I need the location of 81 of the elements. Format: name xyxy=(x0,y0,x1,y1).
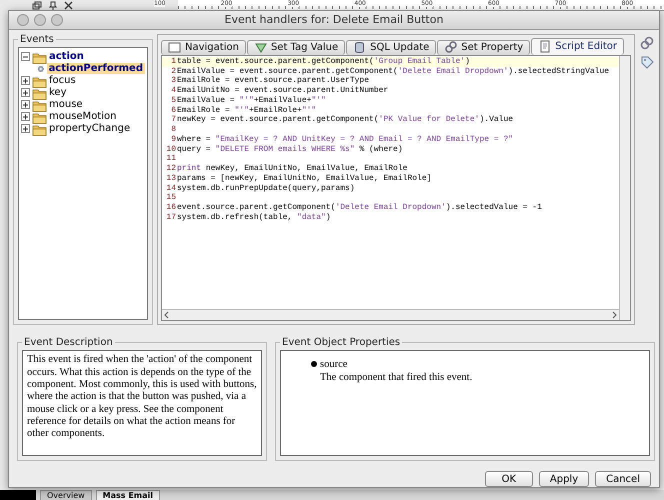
tree-item[interactable]: focus xyxy=(49,75,76,86)
pin-icon xyxy=(48,1,58,10)
taskbar-block xyxy=(0,490,36,500)
line-number: 7 xyxy=(170,115,177,126)
line-number: 2 xyxy=(170,66,177,76)
document-icon xyxy=(538,40,552,54)
properties-title: Event Object Properties xyxy=(281,337,402,348)
expand-toggle[interactable] xyxy=(21,124,30,134)
code-line: newKey = event.source.parent.getComponent('PK Value for Delete').Value xyxy=(177,115,514,126)
bullet-icon xyxy=(311,361,317,368)
tree-item[interactable]: mouseMotion xyxy=(49,111,116,122)
taskbar-tab[interactable]: Overview xyxy=(40,490,92,500)
close-icon xyxy=(64,1,74,10)
code-line: EmailRole = event.source.parent.UserType xyxy=(177,76,370,86)
code-line: EmailValue = "'"+EmailValue+"'" xyxy=(177,96,326,106)
code-editor[interactable] xyxy=(162,56,619,320)
collapse-toggle[interactable] xyxy=(21,52,30,62)
line-number: 6 xyxy=(170,106,177,116)
taskbar-tab[interactable]: Mass Email xyxy=(96,490,160,500)
plus-icon xyxy=(22,126,29,132)
tree-item[interactable]: key xyxy=(49,87,67,98)
code-line: EmailRole = "'"+EmailRole+"'" xyxy=(177,106,316,115)
line-number: 16 xyxy=(165,203,177,213)
window-title: Event handlers for: Delete Email Button xyxy=(224,13,444,26)
scroll-right-icon xyxy=(610,310,619,320)
event-description: This event is fired when the 'action' of the component occurs. What this action is depends on the type of the component. Most commonly, this is used with buttons, where the action is that the button was pushed, via a mouse click or a key press. See the component reference for details on what the action means for other components. xyxy=(22,350,262,456)
line-number: 1 xyxy=(170,56,177,67)
line-number: 14 xyxy=(165,184,177,194)
line-number: 11 xyxy=(165,154,177,164)
minus-icon xyxy=(22,54,29,60)
editor-tab[interactable]: Set Property xyxy=(437,40,530,55)
plus-icon xyxy=(22,78,29,84)
plus-icon xyxy=(22,90,29,96)
line-number: 13 xyxy=(165,174,177,184)
chain-icon xyxy=(640,36,654,50)
restore-icon xyxy=(32,1,42,10)
tree-item[interactable]: mouse xyxy=(49,99,83,110)
editor-tab[interactable]: Set Tag Value xyxy=(246,40,346,55)
line-number: 8 xyxy=(170,125,177,135)
blank-page-icon xyxy=(168,41,181,54)
chain-icon xyxy=(444,41,458,54)
plus-icon xyxy=(22,114,29,120)
plus-icon xyxy=(22,102,29,108)
editor-tab[interactable]: Navigation xyxy=(161,40,246,55)
expand-toggle[interactable] xyxy=(21,100,30,110)
horizontal-scrollbar[interactable] xyxy=(162,309,619,320)
tree-item[interactable]: actionPerformed xyxy=(46,63,145,74)
editor-tab[interactable]: Script Editor xyxy=(531,38,624,55)
line-number: 9 xyxy=(170,134,177,145)
database-icon xyxy=(353,41,366,54)
expand-toggle[interactable] xyxy=(21,88,30,98)
code-line: system.db.runPrepUpdate(query,params) xyxy=(177,184,355,194)
code-line: EmailUnitNo = event.source.parent.UnitNumber xyxy=(177,86,388,96)
expand-toggle[interactable] xyxy=(21,76,30,86)
tree-item[interactable]: propertyChange xyxy=(49,123,130,134)
line-number: 4 xyxy=(170,86,177,96)
code-line: event.source.parent.getComponent('Delete Email Dropdown').selectedValue = -1 xyxy=(177,203,542,213)
editor-tab[interactable]: SQL Update xyxy=(346,40,436,55)
line-number: 10 xyxy=(165,144,177,154)
code-line: EmailValue = event.source.parent.getComponent('Delete Email Dropdown').selectedStringValue xyxy=(177,66,610,76)
expand-toggle[interactable] xyxy=(21,112,30,122)
line-number: 17 xyxy=(165,212,177,223)
dialog-button[interactable]: Apply xyxy=(538,471,590,487)
tree-item[interactable]: action xyxy=(49,51,84,62)
code-line: query = "DELETE FROM emails WHERE %s" % (where) xyxy=(177,144,403,154)
code-line: system.db.refresh(table, "data") xyxy=(177,212,331,223)
dialog-button[interactable]: Cancel xyxy=(595,471,651,487)
events-title: Events xyxy=(19,34,55,45)
property-description: The component that fired this event. xyxy=(319,372,474,384)
code-line: table = event.source.parent.getComponent('Group Email Table') xyxy=(177,56,470,67)
line-number: 3 xyxy=(170,76,177,86)
description-title: Event Description xyxy=(23,337,114,348)
code-line: print newKey, EmailUnitNo, EmailValue, EmailRole xyxy=(177,164,408,174)
property-name: source xyxy=(320,359,348,372)
line-number: 5 xyxy=(170,96,177,106)
scroll-left-icon xyxy=(162,310,171,320)
code-line: where = "EmailKey = ? AND UnitKey = ? AND Email = ? AND EmailType = ?" xyxy=(177,134,514,145)
code-line: params = [newKey, EmailUnitNo, EmailValue, EmailRole] xyxy=(177,174,432,184)
line-number: 15 xyxy=(165,193,177,204)
dialog-button[interactable]: OK xyxy=(484,471,533,487)
line-number: 12 xyxy=(165,164,177,174)
